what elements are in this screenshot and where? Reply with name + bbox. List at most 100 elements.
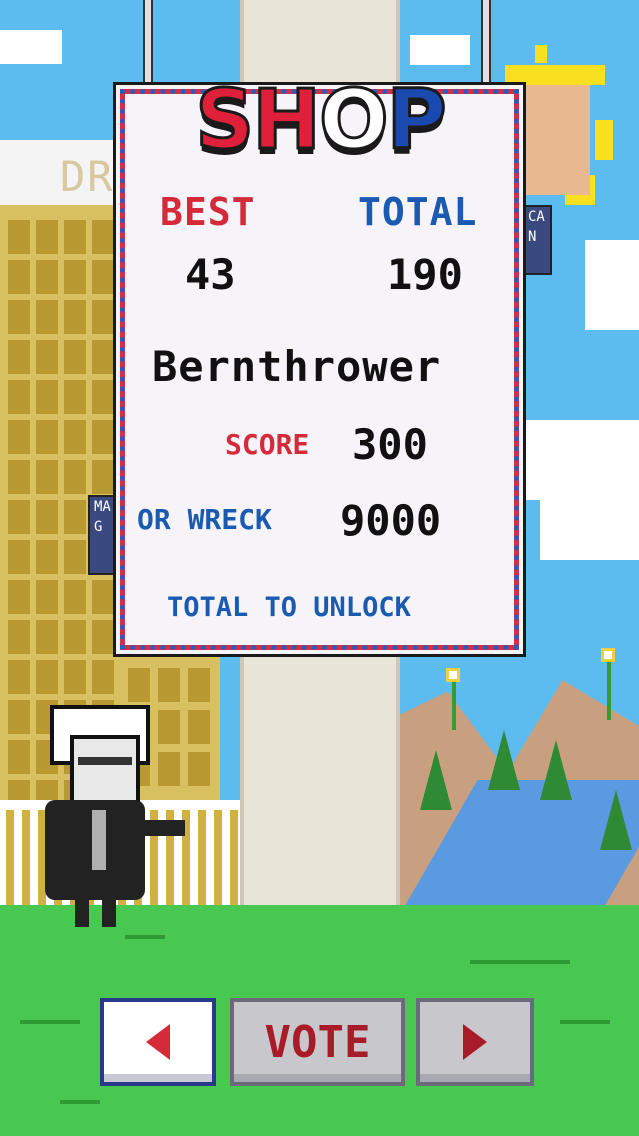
tower-window: [64, 580, 86, 614]
wreck-label: OR WRECK: [137, 503, 272, 536]
tree: [488, 730, 520, 790]
colonnade-column: [198, 810, 206, 910]
tower-window: [92, 460, 114, 494]
best-value: 43: [185, 250, 236, 299]
grass-tuft: [20, 1020, 80, 1024]
unlock-note: TOTAL TO UNLOCK: [167, 592, 411, 623]
tower-window: [64, 660, 86, 694]
tower-window: [92, 260, 114, 294]
tower-window: [36, 660, 58, 694]
tower-window: [8, 500, 30, 534]
tower-window: [64, 420, 86, 454]
tower-window: [36, 220, 58, 254]
tower-window: [188, 668, 210, 702]
tree: [420, 750, 452, 810]
tower-window: [36, 380, 58, 414]
colonnade-column: [230, 810, 238, 910]
player-character: [30, 705, 190, 935]
tower-window: [8, 380, 30, 414]
tower-window: [36, 620, 58, 654]
shop-title-letter: O: [317, 73, 390, 168]
tower-window: [92, 420, 114, 454]
tower-window: [8, 340, 30, 374]
tower-window: [36, 260, 58, 294]
flower: [607, 660, 611, 720]
tower-window: [8, 620, 30, 654]
total-label: TOTAL: [358, 190, 478, 234]
tree: [540, 740, 572, 800]
tower-window: [36, 580, 58, 614]
next-character-button[interactable]: [416, 998, 534, 1086]
score-label: SCORE: [225, 428, 310, 461]
previous-character-button[interactable]: [100, 998, 216, 1086]
tower-window: [8, 660, 30, 694]
cloud: [520, 420, 639, 500]
tower-window: [36, 540, 58, 574]
cloud: [585, 240, 639, 330]
tower-window: [92, 300, 114, 334]
tower-window: [64, 380, 86, 414]
flower: [452, 680, 456, 730]
tower-window: [36, 420, 58, 454]
tower-window: [36, 340, 58, 374]
tower-window: [8, 540, 30, 574]
vote-label: VOTE: [264, 1016, 371, 1068]
shop-title-letter: H: [251, 73, 323, 168]
tower-window: [92, 580, 114, 614]
tower-window: [64, 300, 86, 334]
tower-window: [8, 260, 30, 294]
tower-window: [8, 740, 30, 774]
tower-window: [8, 300, 30, 334]
tower-window: [64, 460, 86, 494]
tower-window: [188, 710, 210, 744]
tower-window: [92, 620, 114, 654]
best-label: BEST: [160, 190, 256, 234]
grass-tuft: [560, 1020, 610, 1024]
tower-window: [64, 620, 86, 654]
tower-window: [188, 752, 210, 786]
tower-window: [36, 460, 58, 494]
tower-window: [158, 668, 180, 702]
tower-window: [64, 500, 86, 534]
grass-tuft: [125, 935, 165, 939]
total-value: 190: [387, 250, 463, 299]
tower-window: [92, 660, 114, 694]
shop-title: S H O P: [180, 66, 460, 176]
cloud: [540, 500, 639, 560]
shop-title-letter: S: [194, 73, 256, 168]
arrow-left-icon: [146, 1024, 170, 1060]
tower-window: [92, 340, 114, 374]
tower-window: [8, 460, 30, 494]
score-requirement: 300: [352, 420, 428, 469]
tower-window: [64, 540, 86, 574]
tower-window: [8, 700, 30, 734]
campaign-banner-right: CA N: [522, 205, 552, 275]
tower-window: [92, 220, 114, 254]
cloud: [410, 35, 470, 65]
tower-window: [8, 220, 30, 254]
colonnade-column: [214, 810, 222, 910]
grass-tuft: [470, 960, 570, 964]
tree: [600, 790, 632, 850]
campaign-banner-left: MA G: [88, 495, 116, 575]
grass-tuft: [60, 1100, 100, 1104]
colonnade-column: [6, 810, 14, 910]
tower-window: [8, 420, 30, 454]
tower-window: [128, 668, 150, 702]
wreck-requirement: 9000: [340, 496, 442, 545]
tower-window: [64, 260, 86, 294]
flower-head: [446, 668, 460, 682]
panel-hanger: [481, 0, 491, 92]
vote-button[interactable]: VOTE: [230, 998, 405, 1086]
flower-head: [601, 648, 615, 662]
game-scene: DRU MA G CA N S H O P BEST TOTAL 43 190 …: [0, 0, 639, 1136]
colonnade-column: [22, 810, 30, 910]
panel-hanger: [143, 0, 153, 92]
character-name: Bernthrower: [152, 342, 442, 391]
tower-window: [36, 300, 58, 334]
tower-window: [64, 340, 86, 374]
tower-window: [36, 500, 58, 534]
tower-window: [64, 220, 86, 254]
cloud: [0, 30, 62, 64]
tower-window: [8, 580, 30, 614]
